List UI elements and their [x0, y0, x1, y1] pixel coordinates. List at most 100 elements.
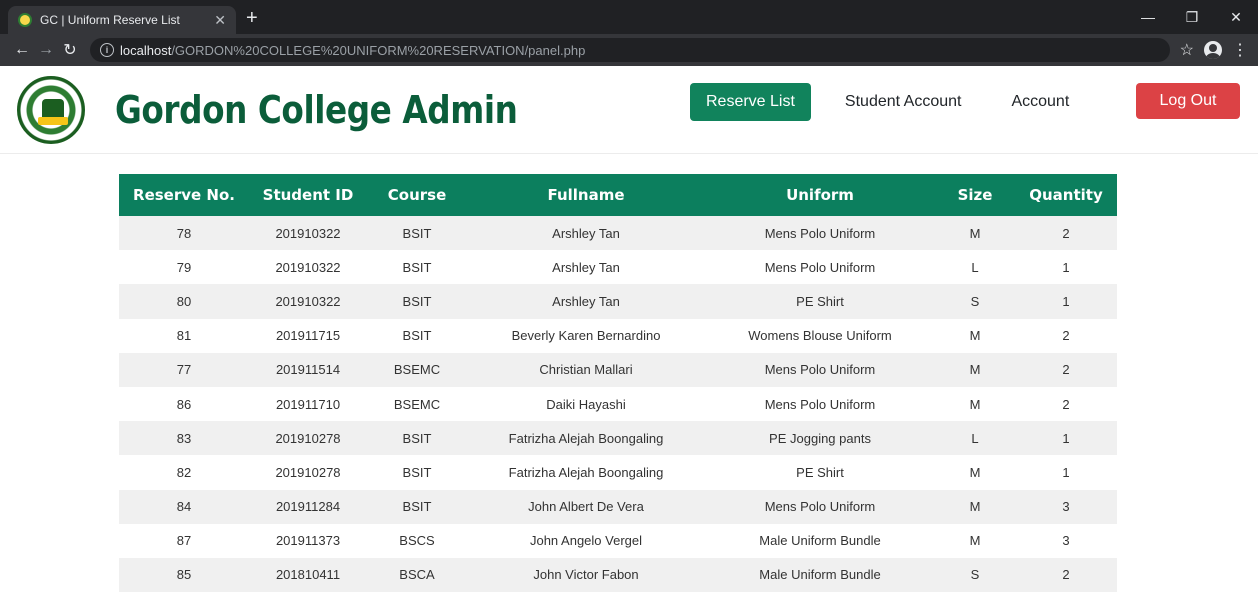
- close-window-icon[interactable]: ✕: [1214, 0, 1258, 34]
- student-id-cell: 201911715: [275, 328, 341, 344]
- uniform-cell: PE Jogging pants: [769, 430, 871, 446]
- table-row: 84 201911284 BSIT John Albert De Vera Mens P…: [119, 489, 1117, 524]
- uniform-cell: Mens Polo Uniform: [764, 499, 876, 515]
- restore-icon[interactable]: ❐: [1170, 0, 1214, 34]
- reload-icon[interactable]: ↻: [58, 40, 82, 60]
- course-cell: BSEMC: [393, 362, 441, 378]
- course-cell: BSIT: [402, 328, 432, 344]
- forward-arrow-icon[interactable]: →: [34, 41, 58, 59]
- uniform-cell: Womens Blouse Uniform: [748, 328, 892, 344]
- column-header-fullname: Fullname: [547, 186, 625, 204]
- course-cell: BSEMC: [393, 396, 441, 412]
- column-header-course: Course: [387, 186, 447, 204]
- size-cell: M: [969, 499, 981, 515]
- column-header-student-id: Student ID: [262, 186, 354, 204]
- kebab-menu-icon[interactable]: ⋮: [1232, 40, 1248, 60]
- url-host: localhost: [120, 42, 172, 58]
- tab-title: GC | Uniform Reserve List: [40, 13, 180, 27]
- student-id-cell: 201911284: [275, 499, 341, 515]
- course-cell: BSCS: [399, 533, 435, 549]
- size-cell: M: [969, 225, 981, 241]
- quantity-cell: 2: [1062, 396, 1070, 412]
- quantity-cell: 3: [1062, 499, 1070, 515]
- table-row: 85 201810411 BSCA John Victor Fabon Male Uni…: [119, 557, 1117, 592]
- student-id-cell: 201910322: [275, 293, 341, 309]
- uniform-cell: Male Uniform Bundle: [759, 533, 881, 549]
- reserve-no-cell: 80: [176, 293, 192, 309]
- course-cell: BSIT: [402, 225, 432, 241]
- table-row: 82 201910278 BSIT Fatrizha Alejah Boongalin…: [119, 455, 1117, 490]
- bookmark-star-icon[interactable]: ☆: [1180, 40, 1194, 60]
- window-controls: — ❐ ✕: [1126, 0, 1258, 34]
- fullname-cell: Arshley Tan: [552, 293, 620, 309]
- size-cell: M: [969, 328, 981, 344]
- student-id-cell: 201911514: [275, 362, 341, 378]
- reserve-no-cell: 81: [176, 328, 192, 344]
- page-title: Gordon College Admin: [115, 87, 518, 132]
- main-nav: Reserve List Student Account Account: [690, 83, 1069, 121]
- reserve-no-cell: 83: [176, 430, 192, 446]
- reserve-no-cell: 82: [176, 464, 192, 480]
- quantity-cell: 1: [1062, 293, 1070, 309]
- student-id-cell: 201810411: [275, 567, 341, 583]
- size-cell: L: [971, 430, 979, 446]
- minimize-icon[interactable]: —: [1126, 0, 1170, 34]
- size-cell: M: [969, 362, 981, 378]
- fullname-cell: Beverly Karen Bernardino: [511, 328, 661, 344]
- table-row: 87 201911373 BSCS John Angelo Vergel Male Un…: [119, 523, 1117, 558]
- size-cell: S: [970, 567, 980, 583]
- fullname-cell: John Angelo Vergel: [529, 533, 643, 549]
- reserve-no-cell: 87: [176, 533, 192, 549]
- course-cell: BSIT: [402, 259, 432, 275]
- back-arrow-icon[interactable]: ←: [10, 41, 34, 59]
- fullname-cell: Christian Mallari: [539, 362, 633, 378]
- college-logo-icon: [17, 75, 85, 144]
- table-row: 83 201910278 BSIT Fatrizha Alejah Boongalin…: [119, 421, 1117, 456]
- reserve-no-cell: 77: [176, 362, 192, 378]
- fullname-cell: Fatrizha Alejah Boongaling: [508, 430, 664, 446]
- uniform-cell: Male Uniform Bundle: [759, 567, 881, 583]
- course-cell: BSIT: [402, 464, 432, 480]
- student-id-cell: 201910278: [275, 464, 341, 480]
- browser-tab[interactable]: GC | Uniform Reserve List ✕: [8, 6, 236, 34]
- app-header: Gordon College Admin Reserve List Studen…: [0, 66, 1258, 154]
- table-row: 79 201910322 BSIT Arshley Tan Mens Polo Unif…: [119, 250, 1117, 285]
- profile-avatar-icon[interactable]: [1204, 41, 1222, 59]
- reserve-table: Reserve No. Student ID Course Fullname U…: [119, 174, 1117, 592]
- account-link[interactable]: Account: [1011, 83, 1069, 121]
- student-id-cell: 201910278: [275, 430, 341, 446]
- course-cell: BSCA: [399, 567, 435, 583]
- table-header-row: Reserve No. Student ID Course Fullname U…: [119, 174, 1117, 216]
- course-cell: BSIT: [402, 430, 432, 446]
- browser-tab-bar: GC | Uniform Reserve List ✕ + — ❐ ✕: [0, 0, 1258, 34]
- quantity-cell: 2: [1062, 567, 1070, 583]
- url-input[interactable]: i localhost/GORDON%20COLLEGE%20UNIFORM%2…: [90, 38, 1170, 62]
- student-account-link[interactable]: Student Account: [845, 83, 962, 121]
- size-cell: M: [969, 533, 981, 549]
- fullname-cell: John Victor Fabon: [533, 567, 639, 583]
- column-header-uniform: Uniform: [786, 186, 854, 204]
- student-id-cell: 201911710: [275, 396, 341, 412]
- quantity-cell: 1: [1062, 430, 1070, 446]
- close-tab-icon[interactable]: ✕: [214, 12, 226, 29]
- fullname-cell: Fatrizha Alejah Boongaling: [508, 464, 664, 480]
- logout-button[interactable]: Log Out: [1136, 83, 1240, 119]
- reserve-no-cell: 78: [176, 225, 192, 241]
- table-row: 86 201911710 BSEMC Daiki Hayashi Mens Polo U…: [119, 386, 1117, 422]
- quantity-cell: 2: [1062, 362, 1070, 378]
- info-icon[interactable]: i: [100, 43, 114, 57]
- site-favicon-icon: [18, 13, 32, 27]
- reserve-no-cell: 79: [176, 259, 192, 275]
- quantity-cell: 2: [1062, 225, 1070, 241]
- column-header-size: Size: [957, 186, 993, 204]
- column-header-quantity: Quantity: [1029, 186, 1103, 204]
- uniform-cell: Mens Polo Uniform: [764, 396, 876, 412]
- new-tab-button[interactable]: +: [246, 6, 258, 30]
- fullname-cell: Daiki Hayashi: [546, 396, 626, 412]
- table-body: 78 201910322 BSIT Arshley Tan Mens Polo Unif…: [119, 216, 1117, 592]
- quantity-cell: 1: [1062, 464, 1070, 480]
- quantity-cell: 1: [1062, 259, 1070, 275]
- size-cell: M: [969, 396, 981, 412]
- student-id-cell: 201910322: [275, 259, 341, 275]
- reserve-list-button[interactable]: Reserve List: [690, 83, 811, 121]
